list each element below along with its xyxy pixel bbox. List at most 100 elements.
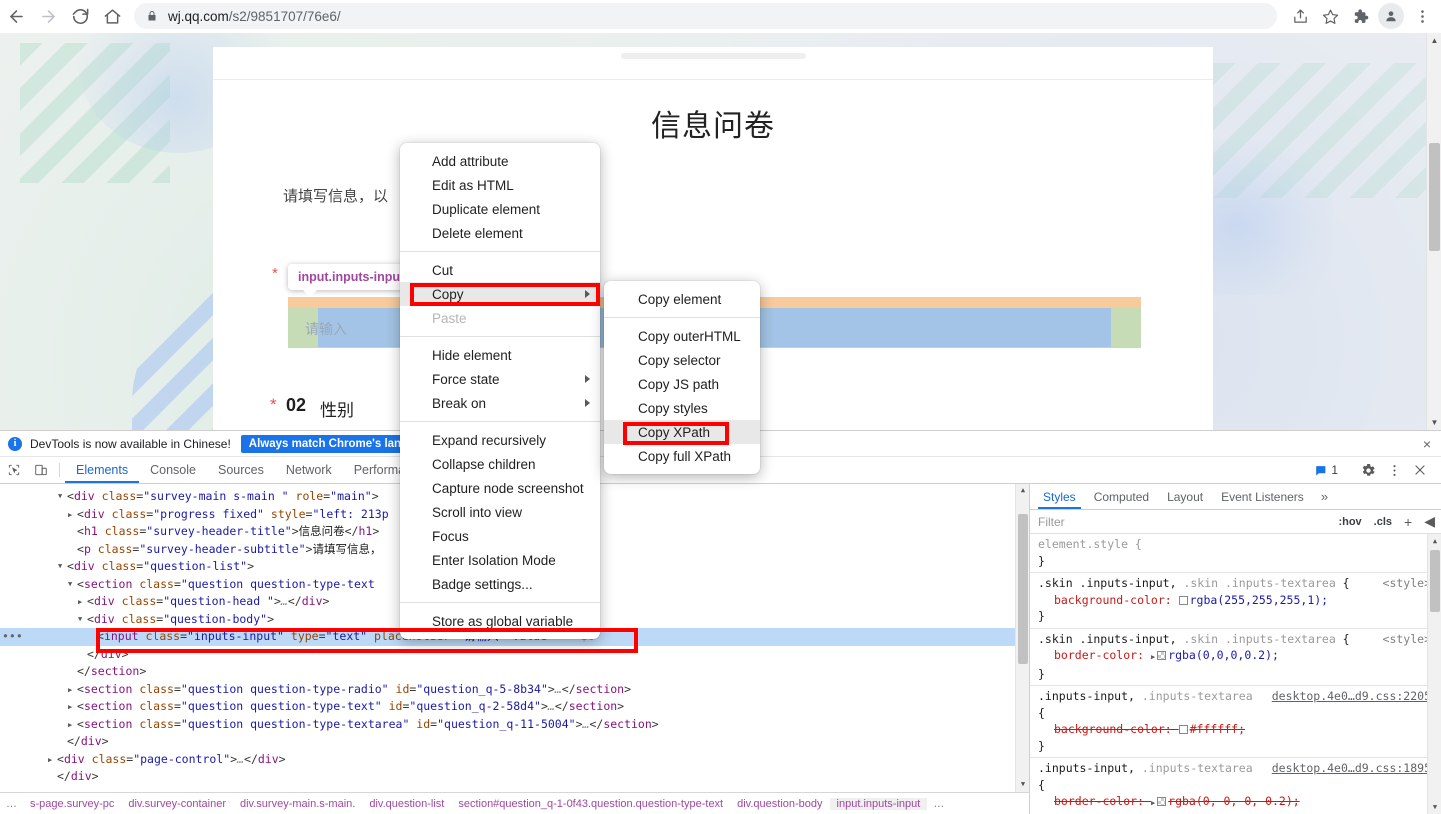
tab-sources[interactable]: Sources [207, 457, 275, 483]
triangle-down-icon[interactable] [78, 611, 87, 629]
device-toolbar-icon[interactable] [27, 457, 54, 483]
tab-elements[interactable]: Elements [65, 457, 140, 483]
hov-toggle[interactable]: :hov [1332, 516, 1367, 528]
breadcrumb-item[interactable]: section#question_q-1-0f43.question.quest… [451, 798, 730, 810]
breadcrumb-overflow-right[interactable]: … [927, 798, 950, 810]
kebab-menu-icon[interactable] [1407, 1, 1437, 31]
gear-icon[interactable] [1355, 463, 1381, 478]
cls-toggle[interactable]: .cls [1368, 516, 1398, 528]
inspect-cursor-icon[interactable] [0, 457, 27, 483]
page-scrollbar[interactable]: ▲ ▼ [1426, 33, 1441, 430]
home-button[interactable] [96, 0, 128, 32]
triangle-down-icon[interactable] [58, 558, 67, 576]
triangle-right-icon[interactable] [78, 593, 87, 612]
dom-node[interactable]: <section class="question question-type-t… [0, 716, 1029, 734]
page-scrollbar-thumb[interactable] [1429, 143, 1440, 251]
profile-icon[interactable] [1378, 3, 1404, 29]
close-icon[interactable] [1407, 463, 1433, 477]
style-rule-selector[interactable]: element.style { [1038, 536, 1433, 553]
menu-item-collapse-children[interactable]: Collapse children [400, 452, 600, 476]
breadcrumb-item[interactable]: div.question-body [730, 798, 829, 810]
share-icon[interactable] [1285, 1, 1315, 31]
triangle-right-icon[interactable] [68, 716, 77, 735]
styles-tab-event-listeners[interactable]: Event Listeners [1212, 484, 1313, 509]
style-property-value[interactable]: rgba(0, 0, 0, 0.2); [1168, 794, 1300, 808]
styles-rules-list[interactable]: element.style {} .skin .inputs-input, .sk… [1030, 534, 1441, 814]
color-swatch[interactable] [1178, 595, 1188, 605]
star-icon[interactable] [1315, 1, 1345, 31]
style-rule[interactable]: .inputs-input, .inputs-textarea desktop.4… [1030, 758, 1441, 814]
breadcrumb-item[interactable]: div.question-list [362, 798, 451, 810]
styles-more-tabs-icon[interactable]: » [1313, 484, 1336, 509]
style-source-link[interactable]: desktop.4e0…d9.css:1895 [1272, 760, 1431, 777]
menu-item-force-state[interactable]: Force state [400, 367, 600, 391]
color-swatch[interactable] [1157, 651, 1167, 660]
style-property-value[interactable]: rgba(0,0,0,0.2); [1168, 648, 1279, 662]
dom-scrollbar-thumb[interactable] [1018, 514, 1028, 664]
color-swatch[interactable] [1157, 797, 1167, 806]
dom-node-overflow-icon[interactable]: ••• [2, 628, 23, 646]
styles-scroll-up-icon[interactable]: ▲ [1428, 534, 1441, 548]
menu-item-duplicate-element[interactable]: Duplicate element [400, 197, 600, 221]
triangle-right-icon[interactable]: ▶ [1151, 795, 1155, 812]
menu-item-capture-node-screenshot[interactable]: Capture node screenshot [400, 476, 600, 500]
kebab-menu-icon[interactable] [1381, 463, 1407, 478]
style-property[interactable]: border-color: ▶ rgba(0,0,0,0.2); [1038, 647, 1433, 666]
reload-button[interactable] [64, 0, 96, 32]
styles-scrollbar[interactable]: ▲ ▼ [1427, 534, 1441, 814]
triangle-right-icon[interactable] [68, 681, 77, 700]
menu-item-store-as-global-variable[interactable]: Store as global variable [400, 609, 600, 633]
forward-button[interactable] [32, 0, 64, 32]
style-property-name[interactable]: background-color: [1054, 593, 1179, 607]
style-rule-selector[interactable]: .skin .inputs-input, .skin .inputs-texta… [1038, 575, 1433, 592]
address-bar[interactable]: wj.qq.com/s2/9851707/76e6/ [134, 3, 1277, 29]
menu-item-enter-isolation-mode[interactable]: Enter Isolation Mode [400, 548, 600, 572]
style-property-name[interactable]: border-color: [1054, 794, 1151, 808]
style-rule[interactable]: element.style {} [1030, 534, 1441, 573]
triangle-right-icon[interactable] [48, 751, 57, 770]
style-property[interactable]: background-color: rgba(255,255,255,1); [1038, 592, 1433, 609]
menu-item-break-on[interactable]: Break on [400, 391, 600, 415]
style-property-name[interactable]: background-color: [1054, 722, 1179, 736]
menu-item-add-attribute[interactable]: Add attribute [400, 149, 600, 173]
new-style-rule-icon[interactable]: + [1398, 514, 1418, 530]
dom-node[interactable]: <div class="page-control">…</div> [0, 751, 1029, 769]
scroll-down-icon[interactable]: ▼ [1427, 415, 1441, 430]
breadcrumb-overflow-left[interactable]: … [0, 798, 23, 810]
close-icon[interactable]: × [1423, 437, 1431, 451]
dom-node[interactable]: </div> [0, 646, 1029, 664]
style-rule[interactable]: .inputs-input, .inputs-textarea desktop.4… [1030, 686, 1441, 758]
breadcrumb-item[interactable]: input.inputs-input [829, 797, 928, 810]
tab-console[interactable]: Console [139, 457, 207, 483]
menu-item-edit-as-html[interactable]: Edit as HTML [400, 173, 600, 197]
color-swatch[interactable] [1178, 725, 1188, 734]
menu-item-copy[interactable]: Copy [400, 282, 600, 306]
style-property-value[interactable]: rgba(255,255,255,1); [1190, 593, 1328, 607]
submenu-item-copy-outerhtml[interactable]: Copy outerHTML [604, 324, 760, 348]
styles-scrollbar-thumb[interactable] [1430, 550, 1440, 612]
style-rule[interactable]: .skin .inputs-input, .skin .inputs-texta… [1030, 629, 1441, 686]
submenu-item-copy-element[interactable]: Copy element [604, 287, 760, 311]
puzzle-icon[interactable] [1345, 1, 1375, 31]
menu-item-focus[interactable]: Focus [400, 524, 600, 548]
match-language-button[interactable]: Always match Chrome's langu [240, 434, 424, 453]
scroll-up-icon[interactable]: ▲ [1427, 33, 1441, 48]
devtools-copy-submenu[interactable]: Copy element Copy outerHTML Copy selector C… [604, 281, 760, 474]
menu-item-badge-settings[interactable]: Badge settings... [400, 572, 600, 596]
dom-scroll-up-icon[interactable]: ▲ [1016, 484, 1029, 498]
menu-item-hide-element[interactable]: Hide element [400, 343, 600, 367]
triangle-right-icon[interactable]: ▶ [1151, 649, 1155, 666]
submenu-item-copy-full-xpath[interactable]: Copy full XPath [604, 444, 760, 468]
menu-item-delete-element[interactable]: Delete element [400, 221, 600, 245]
menu-item-cut[interactable]: Cut [400, 258, 600, 282]
style-property-value[interactable]: #ffffff; [1190, 722, 1245, 736]
submenu-item-copy-xpath[interactable]: Copy XPath [604, 420, 760, 444]
issues-counter[interactable]: 1 [1308, 463, 1344, 477]
dom-tree-scrollbar[interactable]: ▲ ▼ [1015, 484, 1029, 792]
filter-input[interactable]: Filter [1038, 515, 1332, 529]
dom-node[interactable]: </section> [0, 663, 1029, 681]
back-button[interactable] [0, 0, 32, 32]
style-property[interactable]: border-color: ▶ rgba(0, 0, 0, 0.2); [1038, 793, 1433, 812]
devtools-context-menu[interactable]: Add attribute Edit as HTML Duplicate eleme… [400, 143, 600, 639]
computed-sidebar-toggle-icon[interactable]: ◀ [1418, 513, 1441, 530]
